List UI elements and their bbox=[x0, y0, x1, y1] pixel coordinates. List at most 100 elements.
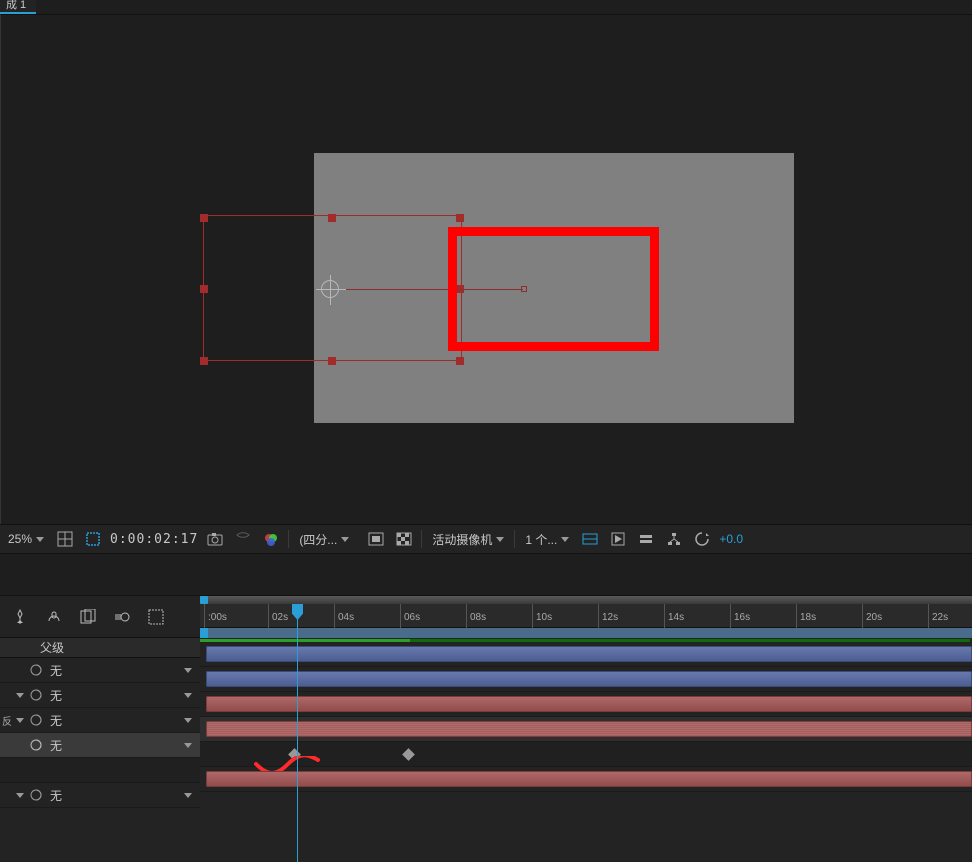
bbox-handle-br[interactable] bbox=[456, 357, 464, 365]
layer-bar[interactable] bbox=[206, 671, 972, 687]
keyframe-diamond-icon[interactable] bbox=[402, 748, 415, 761]
mask-visibility-icon[interactable] bbox=[82, 528, 104, 550]
frame-blend-icon[interactable] bbox=[78, 607, 98, 627]
bbox-handle-tm[interactable] bbox=[328, 214, 336, 222]
ruler-tick: 22s bbox=[928, 604, 948, 628]
keyframe-row[interactable] bbox=[200, 742, 972, 767]
composition-tab-label: 成 1 bbox=[6, 0, 26, 11]
panel-divider bbox=[0, 554, 972, 596]
parent-pickwhip-icon[interactable] bbox=[26, 788, 46, 802]
zoom-dropdown[interactable]: 25% bbox=[4, 530, 48, 548]
parent-value[interactable]: 无 bbox=[46, 687, 182, 704]
work-area-range[interactable] bbox=[200, 628, 972, 638]
draft-3d-icon[interactable] bbox=[44, 607, 64, 627]
chevron-down-icon[interactable] bbox=[182, 793, 194, 798]
ruler-tick: :00s bbox=[204, 604, 227, 628]
time-navigator-indicator[interactable] bbox=[200, 596, 208, 604]
chevron-down-icon[interactable] bbox=[182, 743, 194, 748]
ruler-tick: 12s bbox=[598, 604, 618, 628]
ruler-tick: 16s bbox=[730, 604, 750, 628]
composition-tabs: 成 1 bbox=[0, 0, 972, 14]
work-area-bar[interactable] bbox=[200, 628, 972, 638]
layer-row[interactable]: 无 bbox=[0, 783, 200, 808]
layer-bar[interactable] bbox=[206, 646, 972, 662]
bbox-handle-bm[interactable] bbox=[328, 357, 336, 365]
roi-icon[interactable] bbox=[365, 528, 387, 550]
track-row[interactable] bbox=[200, 667, 972, 692]
track-row[interactable] bbox=[200, 767, 972, 792]
snapshot-icon[interactable] bbox=[204, 528, 226, 550]
track-row[interactable] bbox=[200, 692, 972, 717]
layer-bar[interactable] bbox=[206, 771, 972, 787]
bbox-handle-ml[interactable] bbox=[200, 285, 208, 293]
resolution-label: (四分... bbox=[299, 531, 337, 548]
parent-value[interactable]: 无 bbox=[46, 662, 182, 679]
grid-icon[interactable] bbox=[54, 528, 76, 550]
parent-pickwhip-icon[interactable] bbox=[26, 688, 46, 702]
layer-bar-selected[interactable] bbox=[206, 721, 972, 737]
time-navigator[interactable] bbox=[200, 596, 972, 604]
transparency-grid-icon[interactable] bbox=[393, 528, 415, 550]
chevron-down-icon bbox=[561, 537, 569, 542]
motion-blur-icon[interactable] bbox=[112, 607, 132, 627]
layer-row[interactable]: 无 bbox=[0, 683, 200, 708]
current-timecode[interactable]: 0:00:02:17 bbox=[110, 532, 198, 547]
camera-label: 活动摄像机 bbox=[432, 531, 492, 548]
ruler-tick: 10s bbox=[532, 604, 552, 628]
bbox-handle-bl[interactable] bbox=[200, 357, 208, 365]
show-snapshot-icon[interactable] bbox=[232, 528, 254, 550]
separator bbox=[288, 530, 289, 548]
parent-value[interactable]: 无 bbox=[46, 737, 182, 754]
parent-value[interactable]: 无 bbox=[46, 787, 182, 804]
fast-previews-icon[interactable] bbox=[607, 528, 629, 550]
viewer-footer-bar: 25% 0:00:02:17 (四分... 活动摄像机 1 个... bbox=[0, 524, 972, 554]
track-row[interactable] bbox=[200, 642, 972, 667]
property-row bbox=[0, 758, 200, 783]
chevron-down-icon[interactable] bbox=[182, 668, 194, 673]
timeline-graph[interactable]: :00s 02s 04s 06s 08s 10s 12s 14s 16s 18s… bbox=[200, 596, 972, 862]
parent-pickwhip-icon[interactable] bbox=[26, 663, 46, 677]
camera-dropdown[interactable]: 活动摄像机 bbox=[428, 529, 508, 550]
ruler-tick: 18s bbox=[796, 604, 816, 628]
parent-pickwhip-icon[interactable] bbox=[26, 738, 46, 752]
row-expand-chevron-icon[interactable] bbox=[14, 793, 26, 798]
track-row-selected[interactable] bbox=[200, 717, 972, 742]
bbox-handle-tr[interactable] bbox=[456, 214, 464, 222]
anchor-point-icon[interactable] bbox=[321, 280, 339, 298]
layer-row-selected[interactable]: 无 bbox=[0, 733, 200, 758]
resolution-dropdown[interactable]: (四分... bbox=[295, 529, 359, 550]
ruler-tick: 06s bbox=[400, 604, 420, 628]
reset-exposure-icon[interactable] bbox=[691, 528, 713, 550]
bbox-handle-tl[interactable] bbox=[200, 214, 208, 222]
row-expand-chevron-icon[interactable] bbox=[14, 718, 26, 723]
ruler-tick: 20s bbox=[862, 604, 882, 628]
playhead[interactable] bbox=[297, 604, 298, 862]
chevron-down-icon[interactable] bbox=[182, 718, 194, 723]
layer-row[interactable]: 无 bbox=[0, 658, 200, 683]
flowchart-icon[interactable] bbox=[663, 528, 685, 550]
separator bbox=[514, 530, 515, 548]
ruler-tick: 04s bbox=[334, 604, 354, 628]
composition-tab-active[interactable]: 成 1 bbox=[0, 0, 36, 14]
comp-mini-flowchart-icon[interactable] bbox=[10, 607, 30, 627]
view-count-dropdown[interactable]: 1 个... bbox=[521, 529, 573, 550]
layer-bar[interactable] bbox=[206, 696, 972, 712]
chevron-down-icon bbox=[341, 537, 349, 542]
layer-row[interactable]: 反 无 bbox=[0, 708, 200, 733]
time-ruler[interactable]: :00s 02s 04s 06s 08s 10s 12s 14s 16s 18s… bbox=[200, 604, 972, 628]
ruler-tick: 14s bbox=[664, 604, 684, 628]
exposure-value[interactable]: +0.0 bbox=[719, 532, 743, 546]
chevron-down-icon[interactable] bbox=[182, 693, 194, 698]
chevron-down-icon bbox=[496, 537, 504, 542]
row-expand-chevron-icon[interactable] bbox=[14, 693, 26, 698]
parent-value[interactable]: 无 bbox=[46, 712, 182, 729]
timecode-value: 0:00:02:17 bbox=[110, 532, 198, 547]
parent-pickwhip-icon[interactable] bbox=[26, 713, 46, 727]
color-management-icon[interactable] bbox=[260, 528, 282, 550]
work-area-start-handle[interactable] bbox=[200, 628, 208, 638]
graph-editor-icon[interactable] bbox=[146, 607, 166, 627]
pixel-aspect-icon[interactable] bbox=[579, 528, 601, 550]
timeline-button-icon[interactable] bbox=[635, 528, 657, 550]
composition-viewer[interactable] bbox=[0, 14, 972, 524]
shape-layer-rectangle[interactable] bbox=[448, 227, 659, 351]
